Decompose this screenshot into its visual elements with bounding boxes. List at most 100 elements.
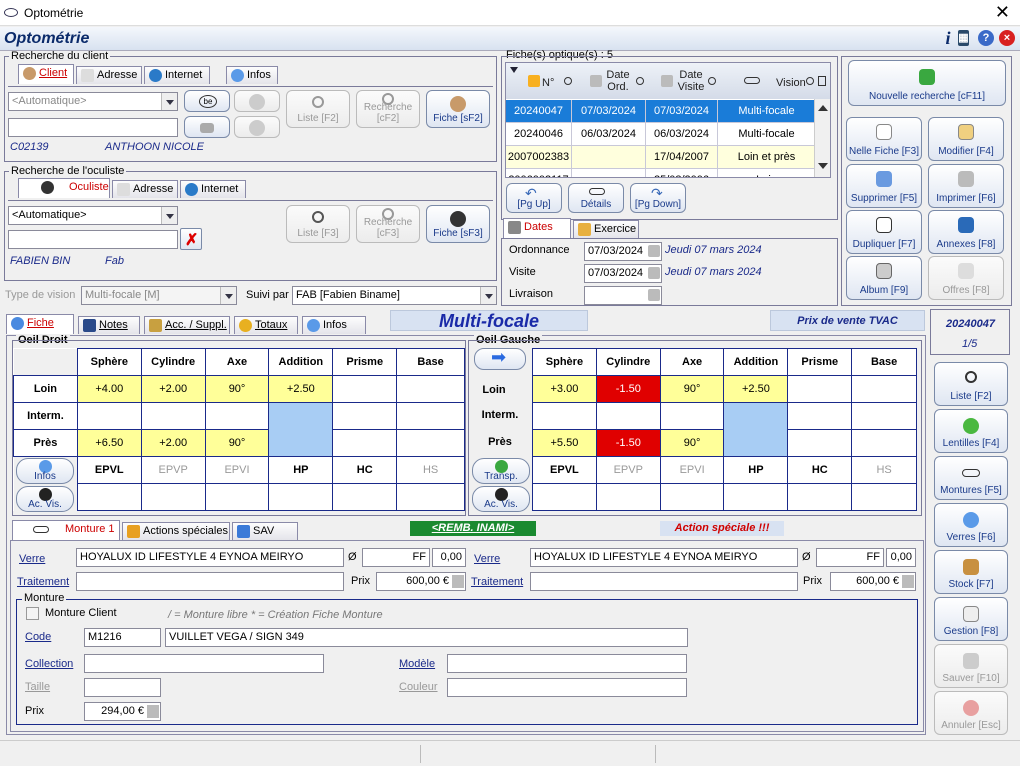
traitement-og-input[interactable] <box>530 572 798 591</box>
og-pres-prisme[interactable] <box>787 429 853 457</box>
table-row[interactable]: 20240046 06/03/2024 06/03/2024 Multi-foc… <box>506 123 816 146</box>
belgian-eid-button[interactable]: be <box>184 90 230 112</box>
help-icon[interactable]: ? <box>978 30 994 46</box>
nouvelle-recherche-button[interactable]: Nouvelle recherche [cF11] <box>848 60 1006 106</box>
od-interm-cylindre[interactable] <box>140 402 206 430</box>
collection-input[interactable] <box>84 654 324 673</box>
od-ep-epvi-value[interactable] <box>204 483 270 511</box>
og-interm-sphere[interactable] <box>532 402 597 430</box>
oculist-liste-button[interactable]: Liste [F3] <box>286 205 350 243</box>
col-vision[interactable]: Vision <box>776 77 806 89</box>
verre-og-label[interactable]: Verre <box>474 553 500 565</box>
col-numero[interactable]: N° <box>542 77 554 89</box>
monture-desc-input[interactable]: VUILLET VEGA / SIGN 349 <box>165 628 688 647</box>
od-interm-base[interactable] <box>396 402 465 430</box>
od-loin-addition[interactable]: +2.50 <box>268 375 334 403</box>
album-button[interactable]: Album [F9] <box>846 256 922 300</box>
verre-og-input[interactable]: HOYALUX ID LIFESTYLE 4 EYNOA MEIRYO <box>530 548 798 567</box>
og-loin-axe[interactable]: 90° <box>659 375 725 403</box>
telephone-search-button[interactable] <box>184 116 230 138</box>
liste-f2-button[interactable]: Liste [F2] <box>934 362 1008 406</box>
od-pres-axe[interactable]: 90° <box>204 429 270 457</box>
table-row[interactable]: 2007002383 17/04/2007 Loin et près <box>506 146 816 169</box>
col-date-visite[interactable]: Date Visite <box>676 69 706 93</box>
info-icon[interactable]: i <box>940 29 956 47</box>
fiches-scrollbar[interactable] <box>814 99 830 177</box>
od-infos-button[interactable]: Infos <box>16 458 74 484</box>
tab-client[interactable]: Client <box>18 64 74 84</box>
diam-og-value-input[interactable]: 0,00 <box>886 548 916 567</box>
od-loin-cylindre[interactable]: +2.00 <box>140 375 206 403</box>
od-ep-hp-value[interactable] <box>268 483 334 511</box>
oculist-recherche-button[interactable]: Recherche [cF3] <box>356 205 420 243</box>
oculist-search-input[interactable] <box>8 230 178 249</box>
details-button[interactable]: Détails <box>568 183 624 213</box>
og-loin-cylindre[interactable]: -1.50 <box>595 375 661 403</box>
exit-icon[interactable]: × <box>999 30 1015 46</box>
prix-monture-input[interactable]: 294,00 € <box>84 702 161 721</box>
od-interm-prisme[interactable] <box>332 402 398 430</box>
calendar-icon[interactable] <box>648 245 660 257</box>
diam-od-value-input[interactable]: 0,00 <box>432 548 466 567</box>
dupliquer-button[interactable]: Dupliquer [F7] <box>846 210 922 254</box>
og-loin-base[interactable] <box>851 375 917 403</box>
diam-og-ff-input[interactable]: FF <box>816 548 884 567</box>
stock-button[interactable]: Stock [F7] <box>934 550 1008 594</box>
tab-monture-1[interactable]: Monture 1 <box>12 520 120 540</box>
modele-label[interactable]: Modèle <box>399 658 435 670</box>
chevron-down-icon[interactable] <box>161 93 177 110</box>
prix-verre-og-input[interactable]: 600,00 € <box>830 572 916 591</box>
tab-infos[interactable]: Infos <box>226 66 278 84</box>
client-fiche-button[interactable]: Fiche [sF2] <box>426 90 490 128</box>
scroll-up-icon[interactable] <box>818 105 828 111</box>
tab-oculiste[interactable]: Oculiste <box>18 178 110 198</box>
verres-button[interactable]: Verres [F6] <box>934 503 1008 547</box>
table-row[interactable]: 2006002117 25/08/2006 Loin <box>506 169 816 177</box>
livraison-date-input[interactable] <box>584 286 662 305</box>
tab-notes[interactable]: Notes <box>78 316 140 334</box>
og-loin-addition[interactable]: +2.50 <box>723 375 789 403</box>
client-liste-button[interactable]: Liste [F2] <box>286 90 350 128</box>
close-window-button[interactable]: ✕ <box>995 2 1010 23</box>
supprimer-button[interactable]: Supprimer [F5] <box>846 164 922 208</box>
traitement-od-input[interactable] <box>76 572 344 591</box>
taille-input[interactable] <box>84 678 161 697</box>
filter-icon[interactable] <box>510 67 518 73</box>
monture-code-input[interactable]: M1216 <box>84 628 161 647</box>
calculator-icon[interactable] <box>147 705 159 718</box>
table-row[interactable]: 20240047 07/03/2024 07/03/2024 Multi-foc… <box>506 100 816 123</box>
tab-exercice[interactable]: Exercice <box>573 220 639 238</box>
code-label[interactable]: Code <box>25 631 51 643</box>
og-transp-button[interactable]: Transp. <box>472 458 530 484</box>
chevron-down-icon[interactable] <box>480 287 496 304</box>
couleur-input[interactable] <box>447 678 687 697</box>
client-search-input[interactable] <box>8 118 178 137</box>
og-interm-base[interactable] <box>851 402 917 430</box>
od-pres-cylindre[interactable]: +2.00 <box>140 429 206 457</box>
suivi-par-combo[interactable]: FAB [Fabien Biname] <box>292 286 497 305</box>
od-interm-axe[interactable] <box>204 402 270 430</box>
od-ep-hs-value[interactable] <box>396 483 465 511</box>
od-ep-epvp-value[interactable] <box>140 483 206 511</box>
search-icon[interactable] <box>564 77 572 85</box>
od-pres-prisme[interactable] <box>332 429 398 457</box>
modifier-button[interactable]: Modifier [F4] <box>928 117 1004 161</box>
verre-od-label[interactable]: Verre <box>19 553 45 565</box>
search-icon[interactable] <box>708 77 716 85</box>
og-loin-sphere[interactable]: +3.00 <box>532 375 597 403</box>
og-ep-hp-value[interactable] <box>723 483 789 511</box>
tab-totaux[interactable]: Totaux <box>234 316 298 334</box>
client-combo[interactable]: <Automatique> <box>8 92 178 111</box>
imprimer-button[interactable]: Imprimer [F6] <box>928 164 1004 208</box>
og-interm-prisme[interactable] <box>787 402 853 430</box>
chevron-down-icon[interactable] <box>161 207 177 224</box>
od-loin-base[interactable] <box>396 375 465 403</box>
col-date-ord[interactable]: Date Ord. <box>604 69 632 93</box>
nelle-fiche-button[interactable]: Nelle Fiche [F3] <box>846 117 922 161</box>
tab-sav[interactable]: SAV <box>232 522 298 540</box>
monture-client-checkbox[interactable] <box>26 607 39 620</box>
od-pres-base[interactable] <box>396 429 465 457</box>
og-ep-epvl-value[interactable] <box>532 483 597 511</box>
annuler-button[interactable]: Annuler [Esc] <box>934 691 1008 735</box>
collection-label[interactable]: Collection <box>25 658 73 670</box>
